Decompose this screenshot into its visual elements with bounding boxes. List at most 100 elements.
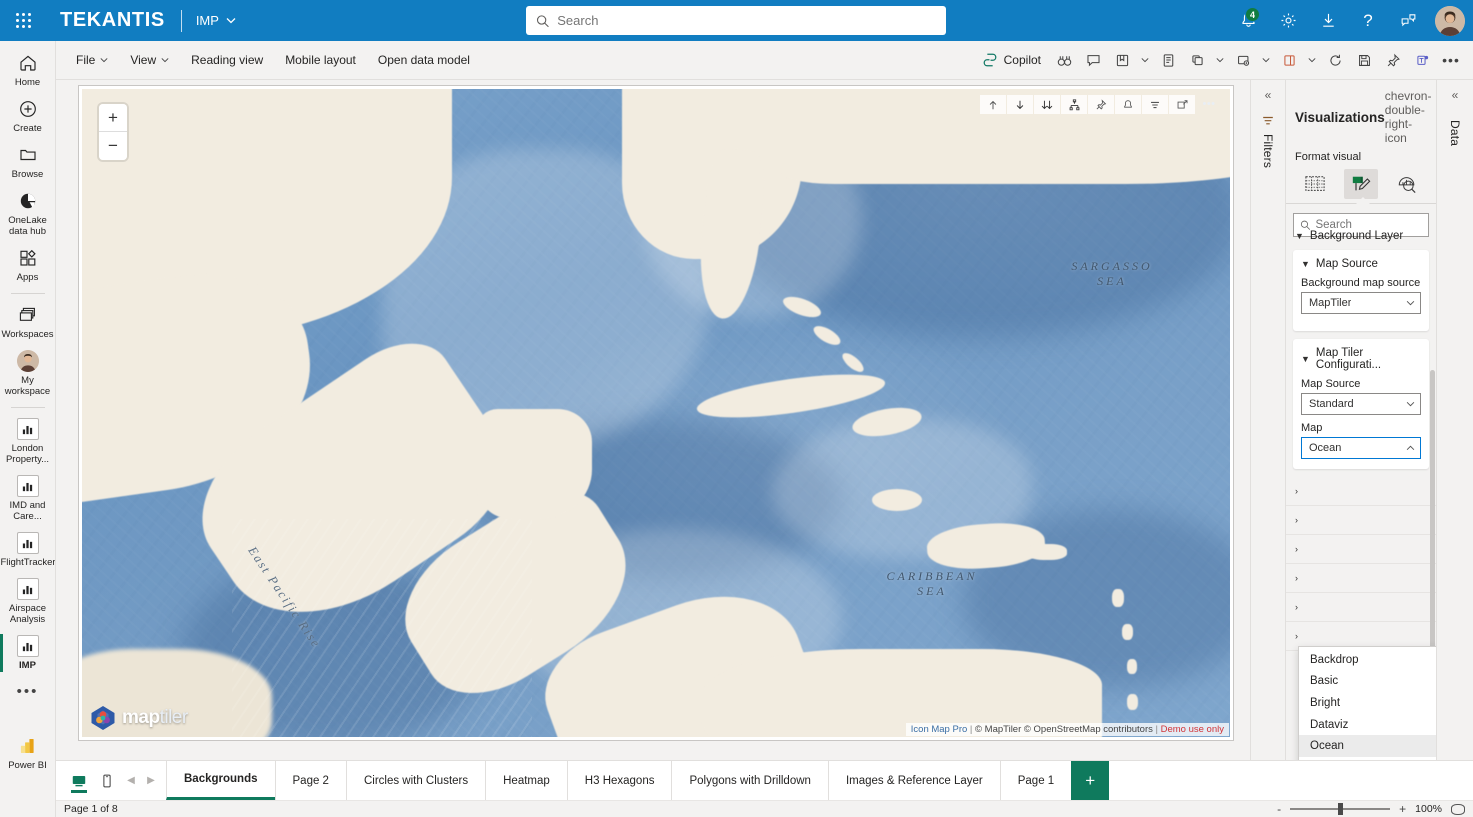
comment-icon[interactable] [1079,46,1107,74]
sidebar-item-onelake-data-hub[interactable]: OneLake data hub [0,185,56,242]
more-options-icon[interactable]: ••• [1437,46,1465,74]
map-source-card-header[interactable]: ▼ Map Source [1301,258,1421,270]
page-tab-polygons-with-drilldown[interactable]: Polygons with Drilldown [671,761,827,800]
map-visual[interactable]: + − SARGASSOSEA CARIBBEANSEA East Pacifi… [78,85,1234,741]
map-attribution[interactable]: Icon Map Pro | © MapTiler © OpenStreetMa… [906,723,1229,736]
drill-mode-icon[interactable] [1061,95,1087,114]
zoom-slider-thumb[interactable] [1338,803,1343,815]
dropdown-option-bright[interactable]: Bright [1299,692,1436,714]
collapsed-format-row[interactable]: › [1286,535,1436,564]
filters-collapse-icon[interactable]: « [1265,88,1272,102]
alert-icon[interactable] [1115,95,1141,114]
page-tab-heatmap[interactable]: Heatmap [485,761,567,800]
workspace-selector[interactable]: IMP [196,13,236,28]
sidebar-item-imp[interactable]: IMP [0,630,56,676]
ribbon-file-menu[interactable]: File [66,48,118,72]
page-tab-h3-hexagons[interactable]: H3 Hexagons [567,761,672,800]
sidebar-item-london-property[interactable]: London Property... [0,413,56,470]
focus-mode-icon[interactable] [1169,95,1195,114]
sidebar-item-browse[interactable]: Browse [0,139,56,185]
map-surface[interactable]: + − SARGASSOSEA CARIBBEANSEA East Pacifi… [82,89,1230,737]
mobile-layout-icon[interactable] [94,767,120,795]
subscribe-icon[interactable] [1229,46,1257,74]
filters-chevron-down-icon[interactable] [1212,46,1228,74]
attribution-providers[interactable]: © MapTiler © OpenStreetMap contributors [975,724,1153,735]
data-collapse-icon[interactable]: « [1452,88,1459,102]
next-page-button[interactable]: ▶ [142,775,160,786]
map-zoom-out-button[interactable]: − [99,132,127,160]
filters-icon[interactable] [1142,95,1168,114]
pin-visual-icon[interactable] [1088,95,1114,114]
ribbon-reading-view[interactable]: Reading view [181,48,273,72]
dropdown-option-ocean[interactable]: Ocean [1299,735,1436,757]
collapsed-format-row[interactable]: › [1286,506,1436,535]
teams-chat-icon[interactable] [1408,46,1436,74]
sidebar-item-airspace-analysis[interactable]: Airspace Analysis [0,573,56,630]
sidebar-item-home[interactable]: Home [0,47,56,93]
sidebar-item-my-workspace[interactable]: My workspace [0,345,56,402]
map-style-dropdown-list[interactable]: Backdrop Basic Bright Dataviz Ocean Open… [1298,646,1436,760]
sidebar-item-flighttracker[interactable]: FlightTracker [0,527,56,573]
background-layer-group[interactable]: ▼ Background Layer [1286,220,1436,250]
sidebar-item-apps[interactable]: Apps [0,242,56,288]
build-visual-tab[interactable] [1298,169,1332,199]
page-tab-images-reference-layer[interactable]: Images & Reference Layer [828,761,1000,800]
global-search[interactable] [526,6,946,35]
sidebar-item-imd-and-care[interactable]: IMD and Care... [0,470,56,527]
map-tiler-card-header[interactable]: ▼ Map Tiler Configurati... [1301,347,1421,371]
page-tab-circles-with-clusters[interactable]: Circles with Clusters [346,761,485,800]
collapsed-format-row[interactable]: › [1286,593,1436,622]
zoom-slider[interactable] [1290,808,1390,810]
reset-icon[interactable] [1321,46,1349,74]
sidebar-more-button[interactable]: ••• [0,676,56,708]
waffle-grid-icon[interactable] [0,0,48,41]
zoom-out-button[interactable]: - [1277,803,1281,815]
page-tab-backgrounds[interactable]: Backgrounds [166,761,275,800]
visualizations-expand-icon[interactable]: chevron-double-right-icon [1385,89,1432,145]
bookmarks-icon[interactable] [1108,46,1136,74]
data-pane-collapsed[interactable]: « Data [1437,80,1473,760]
background-map-source-dropdown[interactable]: MapTiler [1301,292,1421,314]
more-options-icon[interactable]: ••• [1196,95,1222,114]
bookmarks-chevron-down-icon[interactable] [1137,46,1153,74]
feedback-icon[interactable] [1389,0,1427,41]
drill-down-icon[interactable] [1007,95,1033,114]
visual-header-toolbar[interactable]: ••• [980,95,1222,114]
desktop-layout-icon[interactable] [66,767,92,795]
analytics-tab[interactable] [1390,169,1424,199]
filters-pane-icon[interactable] [1183,46,1211,74]
maptiler-logo[interactable]: maptiler [90,705,188,731]
settings-icon[interactable] [1269,0,1307,41]
dropdown-option-openstreetmap[interactable]: OpenStreetMap [1299,757,1436,760]
page-view-chevron-down-icon[interactable] [1304,46,1320,74]
copilot-button[interactable]: Copilot [976,46,1049,74]
map-zoom-controls[interactable]: + − [99,104,127,160]
add-page-button[interactable]: + [1071,761,1109,800]
help-icon[interactable]: ? [1349,0,1387,41]
notifications-icon[interactable]: 4 [1229,0,1267,41]
sidebar-item-workspaces[interactable]: Workspaces [0,299,56,345]
ribbon-mobile-layout[interactable]: Mobile layout [275,48,366,72]
ribbon-view-menu[interactable]: View [120,48,179,72]
fit-to-page-icon[interactable] [1451,804,1465,815]
dropdown-option-dataviz[interactable]: Dataviz [1299,714,1436,736]
sidebar-item-create[interactable]: Create [0,93,56,139]
pin-icon[interactable] [1379,46,1407,74]
format-visual-tab[interactable] [1344,169,1378,199]
ribbon-open-data-model[interactable]: Open data model [368,48,480,72]
page-tab-page-1[interactable]: Page 1 [1000,761,1071,800]
map-zoom-in-button[interactable]: + [99,104,127,132]
attribution-product[interactable]: Icon Map Pro [911,724,968,735]
dropdown-option-basic[interactable]: Basic [1299,671,1436,693]
drill-up-icon[interactable] [980,95,1006,114]
map-dropdown[interactable]: Ocean [1301,437,1421,459]
page-tab-page-2[interactable]: Page 2 [275,761,346,800]
collapsed-format-row[interactable]: › [1286,477,1436,506]
explore-icon[interactable] [1050,46,1078,74]
filters-pane-collapsed[interactable]: « Filters [1250,80,1286,760]
search-input[interactable] [557,13,936,28]
view-as-icon[interactable] [1154,46,1182,74]
expand-all-icon[interactable] [1034,95,1060,114]
user-avatar[interactable] [1435,6,1465,36]
save-icon[interactable] [1350,46,1378,74]
